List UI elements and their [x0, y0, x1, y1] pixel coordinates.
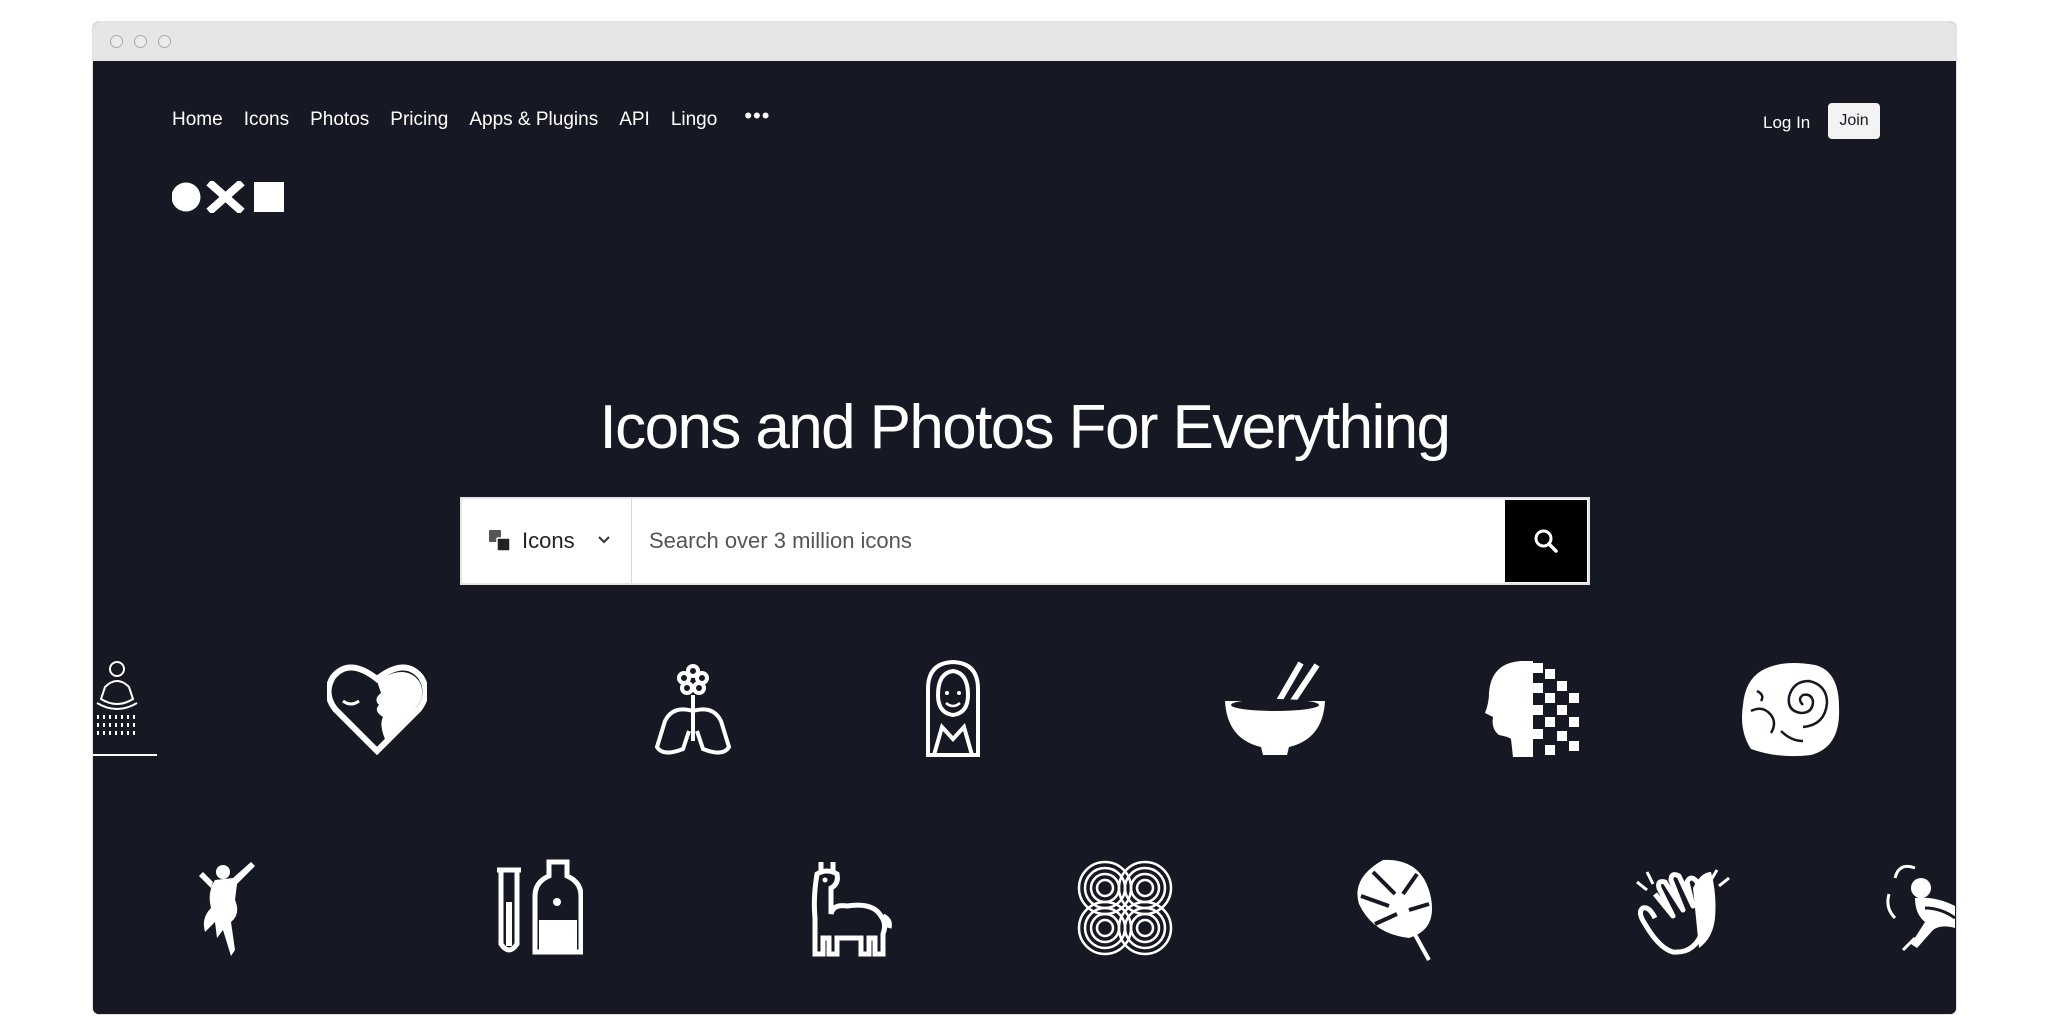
- close-window-button[interactable]: [110, 35, 123, 48]
- browser-titlebar: [93, 22, 1956, 61]
- ammonite-fossil-icon[interactable]: [1741, 661, 1841, 759]
- more-menu-icon[interactable]: •••: [744, 105, 770, 127]
- test-tube-bottle-icon[interactable]: [493, 858, 583, 958]
- search-input[interactable]: [632, 499, 1505, 583]
- join-button[interactable]: Join: [1828, 103, 1880, 139]
- llama-icon[interactable]: [803, 858, 893, 958]
- nav-lingo[interactable]: Lingo: [671, 109, 718, 131]
- search-icon: [1534, 529, 1558, 553]
- nav-icons[interactable]: Icons: [244, 109, 289, 131]
- pixel-head-icon[interactable]: [1485, 659, 1585, 759]
- flower-lungs-icon[interactable]: [653, 661, 733, 759]
- nav-pricing[interactable]: Pricing: [390, 109, 448, 131]
- search-type-dropdown[interactable]: Icons: [462, 499, 632, 583]
- page-content: Home Icons Photos Pricing Apps & Plugins…: [93, 61, 1956, 1014]
- nav-photos[interactable]: Photos: [310, 109, 369, 131]
- heart-face-icon[interactable]: [327, 659, 427, 755]
- meditation-rain-icon[interactable]: [93, 659, 157, 759]
- login-link[interactable]: Log In: [1763, 113, 1810, 133]
- monstera-leaf-icon[interactable]: [1353, 858, 1443, 962]
- nav-api[interactable]: API: [619, 109, 650, 131]
- clapping-hands-icon[interactable]: [1633, 858, 1733, 958]
- skater-icon[interactable]: [1885, 858, 1956, 958]
- dancer-icon[interactable]: [193, 858, 265, 958]
- bowl-chopsticks-icon[interactable]: [1223, 661, 1327, 757]
- main-nav: Home Icons Photos Pricing Apps & Plugins…: [172, 105, 770, 131]
- search-bar: Icons: [460, 497, 1590, 585]
- browser-window: Home Icons Photos Pricing Apps & Plugins…: [93, 22, 1956, 1014]
- chevron-down-icon: [598, 536, 610, 544]
- maximize-window-button[interactable]: [158, 35, 171, 48]
- search-type-label: Icons: [522, 528, 575, 553]
- nav-apps-plugins[interactable]: Apps & Plugins: [469, 109, 598, 131]
- search-button[interactable]: [1505, 500, 1587, 582]
- minimize-window-button[interactable]: [134, 35, 147, 48]
- concentric-circles-icon[interactable]: [1075, 858, 1175, 958]
- nav-home[interactable]: Home: [172, 109, 223, 131]
- icons-collection-icon: [489, 530, 511, 552]
- logo-icon[interactable]: [172, 181, 284, 213]
- page-title: Icons and Photos For Everything: [599, 393, 1451, 462]
- veiled-woman-icon[interactable]: [918, 659, 988, 759]
